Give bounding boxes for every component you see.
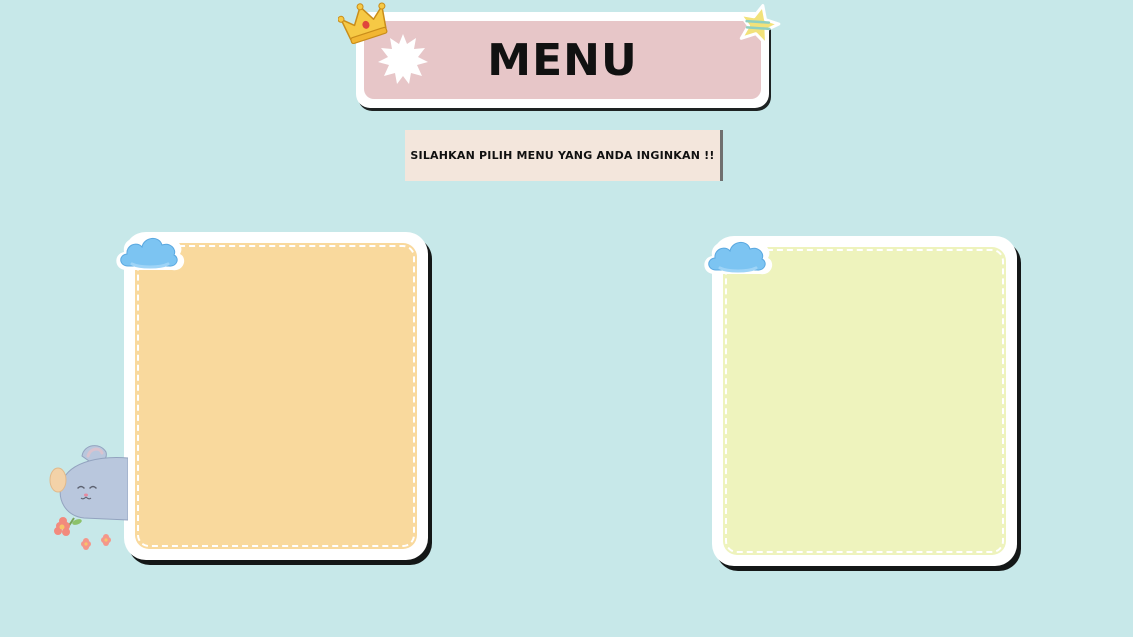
menu-card-left[interactable] (124, 232, 428, 560)
title-banner: MENU (356, 12, 769, 108)
instruction-banner: SILAHKAN PILIH MENU YANG ANDA INGINKAN !… (405, 130, 723, 181)
star-icon (738, 4, 781, 47)
bunny-illustration (49, 445, 128, 550)
crown-icon (338, 2, 388, 44)
cloud-icon (116, 231, 185, 271)
menu-card-right[interactable] (712, 236, 1017, 566)
menu-screen: MENU SILAHKAN PILIH MENU YANG ANDA INGIN… (0, 0, 1133, 637)
cloud-icon (704, 235, 773, 275)
page-title: MENU (487, 34, 638, 86)
instruction-text: SILAHKAN PILIH MENU YANG ANDA INGINKAN !… (410, 149, 715, 162)
menu-card-left-dashed-border (137, 245, 415, 547)
menu-card-right-dashed-border (725, 249, 1004, 553)
